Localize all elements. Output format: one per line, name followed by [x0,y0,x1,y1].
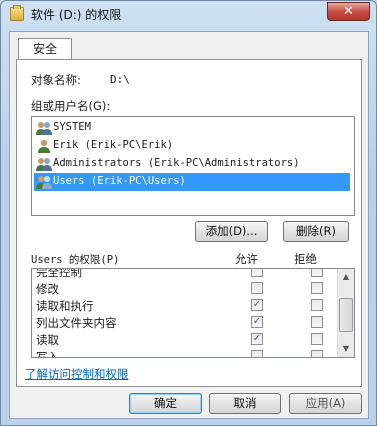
permissions-label: Users 的权限(P) [31,254,120,266]
deny-header: 拒绝 [294,252,317,266]
deny-checkbox[interactable] [311,282,323,294]
permissions-dialog: 软件 (D:) 的权限 ✕ 安全 对象名称: D:\ 组或用户名(G): SYS… [0,0,377,426]
permission-row: 完全控制 [32,268,338,280]
allow-checkbox[interactable] [251,269,263,277]
cancel-button[interactable]: 取消 [209,393,281,414]
object-name-value: D:\ [110,73,130,86]
allow-header: 允许 [235,252,258,266]
permission-row: 读取和执行 ✓ [32,297,338,314]
permission-row: 写入 [32,348,338,358]
permission-name: 列出文件夹内容 [36,316,117,330]
group-item-system[interactable]: SYSTEM [34,119,350,137]
deny-checkbox[interactable] [311,333,323,345]
scroll-up-icon[interactable]: ▲ [338,269,354,285]
permission-name: 完全控制 [36,268,82,279]
permission-row: 读取 ✓ [32,331,338,348]
allow-checkbox[interactable] [251,350,263,357]
group-item-label: SYSTEM [53,121,91,133]
object-name-label: 对象名称: [31,73,81,87]
tab-security[interactable]: 安全 [18,38,72,60]
group-item-erik[interactable]: Erik (Erik-PC\Erik) [34,137,350,155]
ok-button[interactable]: 确定 [129,393,202,414]
deny-checkbox[interactable] [311,269,323,277]
allow-checkbox[interactable]: ✓ [251,316,263,328]
group-item-administrators[interactable]: Administrators (Erik-PC\Administrators) [34,155,350,173]
permissions-scrollbar[interactable]: ▲ ▼ [337,269,354,357]
groups-listbox[interactable]: SYSTEM Erik (Erik-PC\Erik) Administrator… [31,116,355,216]
remove-button[interactable]: 删除(R) [283,221,349,242]
dialog-body: 安全 对象名称: D:\ 组或用户名(G): SYSTEM Erik (Erik… [9,31,369,419]
permission-row: 修改 [32,280,338,297]
permission-name: 读取 [36,333,59,347]
group-item-label: Users (Erik-PC\Users) [53,175,186,187]
help-link[interactable]: 了解访问控制和权限 [25,366,129,382]
allow-checkbox[interactable]: ✓ [251,299,263,311]
permission-name: 写入 [36,350,59,358]
deny-checkbox[interactable] [311,350,323,357]
groups-label: 组或用户名(G): [31,99,111,113]
permissions-list[interactable]: 完全控制 修改 读取和执行 ✓ 列出文件夹内容 ✓ 读取 ✓ 写入 ▲ ▼ [31,268,355,358]
group-item-label: Erik (Erik-PC\Erik) [53,139,174,151]
window-title: 软件 (D:) 的权限 [31,8,122,22]
deny-checkbox[interactable] [311,299,323,311]
security-panel: 对象名称: D:\ 组或用户名(G): SYSTEM Erik (Erik-PC… [16,59,362,387]
users-group-icon [36,176,52,189]
group-item-users[interactable]: Users (Erik-PC\Users) [34,173,350,191]
allow-checkbox[interactable]: ✓ [251,333,263,345]
scroll-down-icon[interactable]: ▼ [338,341,354,357]
title-bar[interactable]: 软件 (D:) 的权限 ✕ [1,1,376,27]
folder-icon [10,5,24,21]
users-group-icon [36,158,52,171]
users-group-icon [36,122,52,135]
add-button[interactable]: 添加(D)... [195,221,268,242]
close-button[interactable]: ✕ [327,2,370,21]
user-icon [38,139,50,153]
apply-button[interactable]: 应用(A) [289,393,362,414]
permission-name: 修改 [36,282,59,296]
deny-checkbox[interactable] [311,316,323,328]
scroll-thumb[interactable] [339,298,353,332]
permission-row: 列出文件夹内容 ✓ [32,314,338,331]
group-item-label: Administrators (Erik-PC\Administrators) [53,157,300,169]
allow-checkbox[interactable] [251,282,263,294]
permission-name: 读取和执行 [36,299,94,313]
